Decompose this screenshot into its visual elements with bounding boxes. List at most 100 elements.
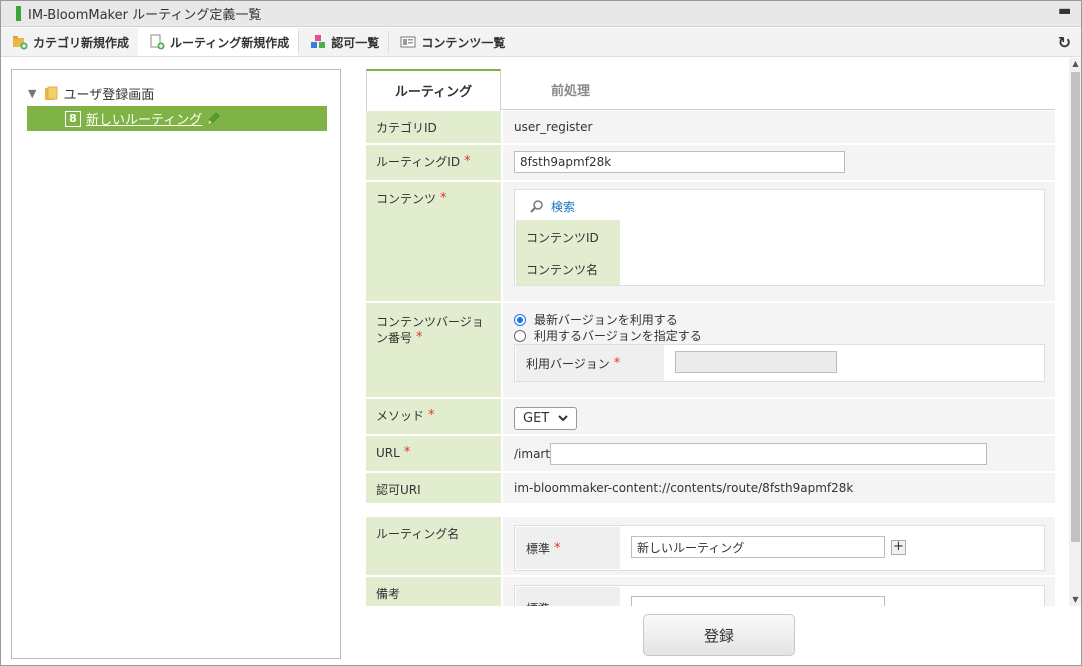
register-button[interactable]: 登録	[643, 614, 795, 656]
category-id-label: カテゴリID	[366, 111, 501, 143]
contents-label: コンテンツ	[376, 192, 437, 206]
use-version-input[interactable]	[675, 351, 837, 373]
search-icon	[530, 200, 543, 213]
routing-name-label: ルーティング名	[366, 517, 501, 575]
contents-id-row: コンテンツID	[516, 220, 620, 254]
routing-node-icon: 8	[65, 110, 81, 127]
tab-bar: ルーティング 前処理	[366, 69, 1055, 111]
method-label: メソッド	[376, 409, 425, 423]
tree-routing-label[interactable]: 新しいルーティング	[86, 109, 202, 128]
version-latest-label: 最新バージョンを利用する	[534, 313, 678, 327]
app-window: IM-BloomMaker ルーティング定義一覧 ▬ カテゴリ新規作成 ルーティ…	[0, 0, 1082, 666]
scroll-up-icon[interactable]: ▲	[1069, 58, 1081, 70]
form-row-method: メソッド * GET	[366, 399, 1055, 436]
contents-name-label: コンテンツ名	[516, 254, 620, 285]
auth-uri-cell: im-bloommaker-content://contents/route/8…	[503, 473, 1055, 503]
routing-id-input[interactable]	[514, 151, 845, 173]
content-list-icon	[400, 36, 416, 48]
tree-routing-node-selected[interactable]: 8 新しいルーティング	[27, 106, 327, 131]
remarks-input[interactable]	[631, 596, 885, 606]
minimize-icon[interactable]: ▬	[1058, 4, 1071, 19]
form-row-contents: コンテンツ * 検索 コンテンツID コンテンツ名	[366, 182, 1055, 303]
url-label-cell: URL *	[366, 436, 501, 471]
add-locale-button[interactable]: +	[891, 540, 906, 555]
url-cell: /imart/	[503, 436, 1055, 471]
use-version-label: 利用バージョン	[526, 356, 610, 371]
tree-category-label: ユーザ登録画面	[63, 88, 155, 103]
url-input[interactable]	[550, 443, 987, 465]
method-cell: GET	[503, 399, 1055, 434]
app-mark-icon	[16, 6, 21, 21]
chevron-down-icon	[558, 415, 568, 422]
contents-picker: 検索 コンテンツID コンテンツ名	[514, 189, 1045, 286]
form-row-auth-uri: 認可URI im-bloommaker-content://contents/r…	[366, 473, 1055, 505]
routing-add-icon	[150, 34, 165, 50]
category-add-icon	[13, 36, 28, 50]
toolbar-routing-add-button[interactable]: ルーティング新規作成	[138, 28, 299, 56]
required-mark: *	[554, 540, 561, 556]
category-id-cell: user_register	[503, 111, 1055, 143]
required-mark: *	[613, 355, 621, 371]
version-specify-option[interactable]: 利用するバージョンを指定する	[514, 327, 702, 344]
form-row-routing-name: ルーティング名 標準* +	[366, 517, 1055, 577]
version-cell: 最新バージョンを利用する 利用するバージョンを指定する 利用バージョン *	[503, 303, 1055, 397]
required-mark: *	[464, 154, 471, 169]
search-label: 検索	[551, 200, 576, 214]
version-specify-radio[interactable]	[514, 329, 526, 342]
contents-search-link[interactable]: 検索	[529, 198, 575, 215]
use-version-box: 利用バージョン *	[514, 344, 1045, 382]
routing-name-locale-label: 標準	[526, 541, 551, 556]
tab-routing[interactable]: ルーティング	[366, 69, 501, 111]
toolbar-category-add-button[interactable]: カテゴリ新規作成	[1, 28, 138, 56]
version-label-cell: コンテンツバージョン番号 *	[366, 303, 501, 397]
required-mark: *	[416, 330, 423, 345]
form-row-category-id: カテゴリID user_register	[366, 111, 1055, 145]
scrollbar-thumb[interactable]	[1071, 72, 1080, 542]
version-label: コンテンツバージョン番号	[376, 315, 484, 345]
tab-preprocess[interactable]: 前処理	[503, 69, 638, 110]
reload-icon[interactable]: ↻	[1058, 33, 1071, 52]
pencil-icon[interactable]	[205, 111, 221, 127]
toolbar-item-label: カテゴリ新規作成	[33, 35, 130, 50]
version-latest-option[interactable]: 最新バージョンを利用する	[514, 311, 678, 328]
form-row-remarks: 備考 標準	[366, 577, 1055, 606]
routing-id-label-cell: ルーティングID *	[366, 145, 501, 180]
required-mark: *	[428, 408, 435, 423]
form-row-url: URL * /imart/	[366, 436, 1055, 473]
contents-cell: 検索 コンテンツID コンテンツ名	[503, 182, 1055, 301]
toolbar-authorization-list-button[interactable]: 認可一覧	[299, 28, 388, 56]
folder-icon	[45, 86, 58, 100]
version-specify-label: 利用するバージョンを指定する	[534, 329, 702, 343]
method-value: GET	[523, 411, 550, 426]
toolbar-item-label: 認可一覧	[331, 35, 380, 50]
scroll-down-icon[interactable]: ▼	[1069, 594, 1081, 606]
contents-id-label: コンテンツID	[516, 220, 620, 254]
window-title: IM-BloomMaker ルーティング定義一覧	[28, 8, 262, 23]
category-id-value: user_register	[514, 120, 593, 134]
tree-category-node[interactable]: ▼ ユーザ登録画面	[28, 84, 154, 103]
tree-collapse-icon[interactable]: ▼	[28, 87, 36, 100]
routing-id-cell	[503, 145, 1055, 180]
authorization-list-icon	[311, 35, 326, 48]
routing-name-cell: 標準* +	[503, 517, 1055, 575]
toolbar-content-list-button[interactable]: コンテンツ一覧	[389, 28, 514, 56]
routing-id-label: ルーティングID	[376, 155, 461, 169]
method-label-cell: メソッド *	[366, 399, 501, 434]
form-row-contents-version: コンテンツバージョン番号 * 最新バージョンを利用する 利用するバージョンを指定す…	[366, 303, 1055, 399]
remarks-label: 備考	[366, 577, 501, 606]
required-mark: *	[440, 191, 447, 206]
version-latest-radio[interactable]	[514, 313, 526, 326]
contents-name-row: コンテンツ名	[516, 254, 620, 285]
auth-uri-label: 認可URI	[366, 473, 501, 503]
remarks-box: 標準	[514, 585, 1045, 606]
routing-name-box: 標準* +	[514, 525, 1045, 571]
routing-form: カテゴリID user_register ルーティングID* コンテンツ*	[366, 111, 1055, 606]
title-bar: IM-BloomMaker ルーティング定義一覧 ▬	[1, 1, 1081, 27]
url-label: URL	[376, 446, 400, 460]
routing-name-input[interactable]	[631, 536, 885, 558]
contents-label-cell: コンテンツ *	[366, 182, 501, 301]
method-select[interactable]: GET	[514, 407, 577, 430]
form-row-routing-id: ルーティングID *	[366, 145, 1055, 182]
url-prefix: /imart/	[514, 447, 555, 461]
form-scrollbar[interactable]: ▲ ▼	[1069, 58, 1081, 606]
